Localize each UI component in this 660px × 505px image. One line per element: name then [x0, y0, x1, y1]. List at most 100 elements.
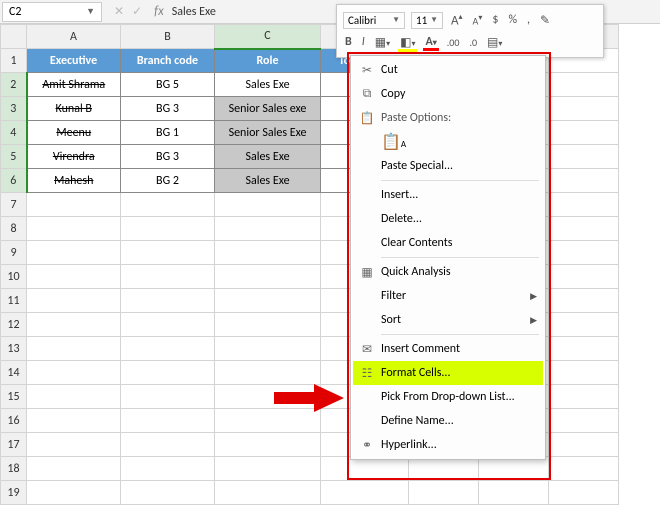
cancel-icon: ✕	[114, 4, 124, 19]
cell[interactable]: BG 3	[121, 97, 215, 121]
enter-icon: ✓	[132, 4, 142, 19]
cell[interactable]	[549, 97, 619, 121]
font-size-selector[interactable]: 11▼	[411, 12, 443, 29]
cell[interactable]: Amit Shrama	[27, 73, 121, 97]
cell[interactable]: Sales Exe	[215, 73, 321, 97]
submenu-arrow-icon: ▶	[530, 291, 537, 302]
cell[interactable]	[549, 145, 619, 169]
cell[interactable]: BG 1	[121, 121, 215, 145]
row-header[interactable]: 14	[1, 361, 27, 385]
cell[interactable]: Executive	[27, 49, 121, 73]
cell[interactable]: Meenu	[27, 121, 121, 145]
font-color-icon[interactable]: A▾	[423, 35, 438, 49]
row-header[interactable]: 4	[1, 121, 27, 145]
row-header[interactable]: 8	[1, 217, 27, 241]
fx-icon[interactable]: fx	[154, 4, 164, 19]
row-header[interactable]: 1	[1, 49, 27, 73]
col-header-C[interactable]: C	[215, 25, 321, 49]
cell[interactable]: Branch code	[121, 49, 215, 73]
row-header[interactable]: 18	[1, 457, 27, 481]
currency-icon[interactable]: $	[490, 13, 500, 27]
menu-define-name[interactable]: Define Name...	[353, 409, 543, 433]
row-header[interactable]: 10	[1, 265, 27, 289]
cell[interactable]: BG 2	[121, 169, 215, 193]
arrow-annotation-icon	[274, 384, 344, 412]
menu-hyperlink[interactable]: ⚭ Hyperlink...	[353, 433, 543, 457]
font-name: Calibri	[348, 14, 376, 27]
increase-font-icon[interactable]: A▴	[449, 12, 465, 28]
italic-button[interactable]: I	[360, 35, 367, 49]
row-header[interactable]: 7	[1, 193, 27, 217]
cell[interactable]: BG 3	[121, 145, 215, 169]
hyperlink-icon: ⚭	[357, 438, 377, 453]
menu-insert[interactable]: Insert...	[353, 183, 543, 207]
row-header[interactable]: 2	[1, 73, 27, 97]
row-header[interactable]: 16	[1, 409, 27, 433]
row-header[interactable]: 19	[1, 481, 27, 505]
row-header[interactable]: 15	[1, 385, 27, 409]
menu-paste-mode[interactable]: 📋A	[353, 130, 543, 154]
menu-sort[interactable]: Sort ▶	[353, 308, 543, 332]
menu-format-cells[interactable]: ☷ Format Cells...	[353, 361, 543, 385]
context-menu: ✂ Cut ⧉ Copy 📋 Paste Options: 📋A Paste S…	[350, 55, 546, 460]
cell[interactable]	[549, 169, 619, 193]
row-header[interactable]: 5	[1, 145, 27, 169]
formula-bar[interactable]: Sales Exe	[172, 5, 216, 19]
cell[interactable]: Sales Exe	[215, 169, 321, 193]
menu-clear[interactable]: Clear Contents	[353, 231, 543, 255]
comment-icon: ✉	[357, 342, 377, 357]
font-selector[interactable]: Calibri▼	[343, 12, 405, 29]
col-header-B[interactable]: B	[121, 25, 215, 49]
row-header[interactable]: 3	[1, 97, 27, 121]
cell[interactable]: Senior Sales Exe	[215, 121, 321, 145]
cell[interactable]: Senior Sales exe	[215, 97, 321, 121]
name-box[interactable]: C2 ▼	[2, 2, 102, 22]
row-header[interactable]: 12	[1, 313, 27, 337]
name-box-dropdown-icon[interactable]: ▼	[86, 6, 95, 17]
increase-decimal-icon[interactable]: .0	[467, 36, 479, 49]
menu-pick-list[interactable]: Pick From Drop-down List...	[353, 385, 543, 409]
border-icon[interactable]: ▦▾	[373, 35, 392, 50]
row-header[interactable]: 13	[1, 337, 27, 361]
row-header[interactable]: 17	[1, 433, 27, 457]
submenu-arrow-icon: ▶	[530, 315, 537, 326]
menu-insert-comment[interactable]: ✉ Insert Comment	[353, 337, 543, 361]
copy-icon: ⧉	[357, 87, 377, 101]
menu-filter[interactable]: Filter ▶	[353, 284, 543, 308]
row-header[interactable]: 6	[1, 169, 27, 193]
cell[interactable]: Sales Exe	[215, 145, 321, 169]
cell[interactable]	[549, 73, 619, 97]
cell[interactable]: Role	[215, 49, 321, 73]
menu-paste-special[interactable]: Paste Special...	[353, 154, 543, 178]
decrease-font-icon[interactable]: A▾	[471, 13, 485, 27]
menu-cut[interactable]: ✂ Cut	[353, 58, 543, 82]
font-size: 11	[416, 14, 427, 27]
cut-icon: ✂	[357, 63, 377, 78]
cell[interactable]	[549, 121, 619, 145]
menu-paste-options[interactable]: 📋 Paste Options:	[353, 106, 543, 130]
quick-analysis-icon: ▦	[357, 265, 377, 280]
name-box-value: C2	[9, 5, 21, 19]
cell[interactable]: Virendra	[27, 145, 121, 169]
menu-copy[interactable]: ⧉ Copy	[353, 82, 543, 106]
comma-icon[interactable]: ,	[525, 13, 532, 27]
menu-quick-analysis[interactable]: ▦ Quick Analysis	[353, 260, 543, 284]
menu-delete[interactable]: Delete...	[353, 207, 543, 231]
format-cells-icon: ☷	[357, 366, 377, 381]
cell[interactable]: Kunal B	[27, 97, 121, 121]
paste-clipboard-icon: 📋A	[381, 133, 406, 152]
bold-button[interactable]: B	[343, 35, 354, 49]
paste-icon: 📋	[357, 111, 377, 126]
cell[interactable]: BG 5	[121, 73, 215, 97]
mini-toolbar: Calibri▼ 11▼ A▴ A▾ $ % , ✎ B I ▦▾ ◧▾ A▾ …	[336, 4, 604, 58]
merge-icon[interactable]: ▤▾	[485, 35, 504, 50]
row-header[interactable]: 11	[1, 289, 27, 313]
select-all-corner[interactable]	[1, 25, 27, 49]
fill-color-icon[interactable]: ◧▾	[398, 35, 417, 50]
cell[interactable]: Mahesh	[27, 169, 121, 193]
percent-icon[interactable]: %	[506, 13, 519, 27]
decrease-decimal-icon[interactable]: .00	[445, 36, 462, 49]
col-header-A[interactable]: A	[27, 25, 121, 49]
row-header[interactable]: 9	[1, 241, 27, 265]
format-painter-icon[interactable]: ✎	[538, 13, 552, 28]
